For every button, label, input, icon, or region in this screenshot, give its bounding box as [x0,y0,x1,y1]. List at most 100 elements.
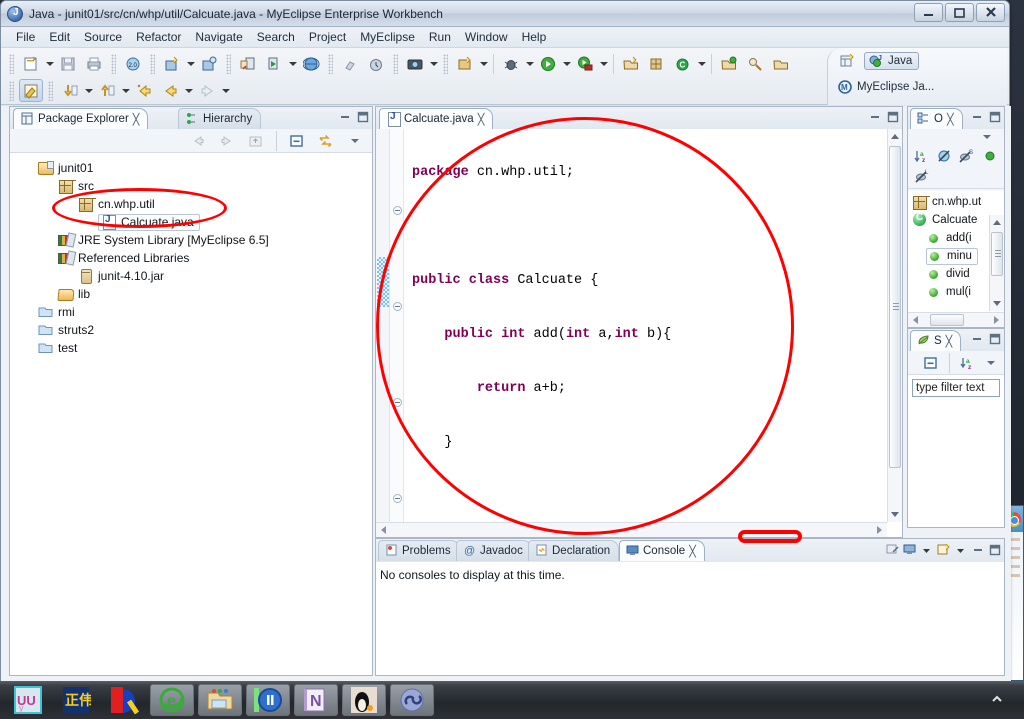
new-deployment-icon[interactable] [160,52,184,75]
maximize-view-icon[interactable] [988,543,1001,556]
toolbar-grip[interactable] [226,53,231,74]
view-menu-icon[interactable] [343,129,367,152]
menu-refactor[interactable]: Refactor [129,28,188,46]
scroll-left-icon[interactable] [908,313,923,327]
menu-search[interactable]: Search [250,28,302,46]
tree-item-calcuate-java[interactable]: Calcuate.java [10,213,372,231]
server-config-icon[interactable] [236,52,260,75]
editor-vertical-scrollbar[interactable] [887,129,902,522]
package-explorer-dropdown-icon[interactable] [478,52,489,75]
new-package-icon[interactable] [645,52,669,75]
tree-item-src[interactable]: src [10,177,372,195]
scroll-right-icon[interactable] [872,523,887,537]
fold-marker[interactable] [393,206,402,215]
menu-navigate[interactable]: Navigate [188,28,249,46]
tab-outline[interactable]: O ╳ [910,108,963,129]
previous-annotation-icon[interactable] [95,79,119,102]
collapse-all-icon[interactable] [285,129,309,152]
forward-icon[interactable] [215,129,239,152]
debug-dropdown-icon[interactable] [524,52,535,75]
toolbar-grip[interactable] [48,80,53,101]
globe-icon[interactable] [299,52,323,75]
run-server-dropdown-icon[interactable] [287,52,298,75]
clear-console-icon[interactable] [886,543,899,556]
close-button[interactable] [976,3,1005,22]
forward-dropdown-icon[interactable] [220,79,231,102]
tab-package-explorer[interactable]: Package Explorer ╳ [13,108,149,129]
previous-annotation-dropdown-icon[interactable] [120,79,131,102]
tab-calcuate-java[interactable]: Calcuate.java ╳ [379,108,494,129]
hide-local-types-icon[interactable]: L [913,167,932,186]
print-icon[interactable] [82,52,106,75]
scroll-up-icon[interactable] [888,129,902,144]
maximize-view-icon[interactable] [886,110,899,123]
taskbar-item-penguin[interactable] [342,684,386,716]
hide-fields-icon[interactable] [936,147,955,166]
last-edit-location-icon[interactable] [132,79,156,102]
run-dropdown-icon[interactable] [561,52,572,75]
console-content[interactable]: No consoles to display at this time. [376,562,1004,675]
tab-javadoc[interactable]: @ Javadoc [456,540,532,561]
minimize-view-icon[interactable] [971,543,984,556]
close-icon[interactable]: ╳ [478,113,485,126]
taskbar-item-internet-explorer[interactable]: e [150,684,194,716]
link-with-editor-icon[interactable] [314,129,338,152]
scroll-down-icon[interactable] [990,296,1004,311]
taskbar-item-loop-app[interactable] [390,684,434,716]
next-annotation-icon[interactable] [58,79,82,102]
vertical-scroll-thumb[interactable] [991,232,1003,276]
next-annotation-dropdown-icon[interactable] [83,79,94,102]
save-icon[interactable] [56,52,80,75]
scroll-up-icon[interactable] [990,215,1004,230]
show-hidden-icons-arrow[interactable] [990,692,1004,709]
tab-snippets[interactable]: S ╳ [910,330,962,351]
tab-declaration[interactable]: Declaration [528,540,620,561]
open-type-icon[interactable] [717,52,741,75]
new-wizard-dropdown-icon[interactable] [44,52,55,75]
editor-annotation-ruler[interactable] [376,129,390,537]
editor-folding-ruler[interactable] [390,129,404,537]
web-browser-icon[interactable]: 2.0 [121,52,145,75]
close-icon[interactable]: ╳ [689,545,696,558]
forward-icon[interactable] [195,79,219,102]
editor-toggle-icon[interactable] [19,79,43,102]
tree-item-junit01[interactable]: junit01 [10,159,372,177]
taskbar-item-chinese-app[interactable]: UU y [6,684,50,716]
run-external-icon[interactable] [573,52,597,75]
perspective-myeclipse[interactable]: M MyEclipse Ja... [834,79,940,95]
horizontal-scroll-thumb[interactable] [930,314,964,326]
run-icon[interactable] [536,52,560,75]
toolbar-grip[interactable] [111,53,116,74]
scroll-right-icon[interactable] [989,313,1004,327]
minimize-view-icon[interactable] [868,110,881,123]
sort-icon[interactable]: az [913,147,932,166]
taskbar-item-zhengwei-app[interactable]: 正伟 [54,684,98,716]
code-editor[interactable]: package cn.whp.util; public class Calcua… [376,129,902,537]
minimize-view-icon[interactable] [970,110,983,123]
tree-item-jre-system-library[interactable]: JRE System Library [MyEclipse 6.5] [10,231,372,249]
outline-vertical-scrollbar[interactable] [989,215,1004,311]
tab-console[interactable]: Console ╳ [619,540,705,561]
menu-source[interactable]: Source [77,28,129,46]
close-icon[interactable]: ╳ [946,335,953,348]
taskbar-item-lq-app[interactable] [102,684,146,716]
menu-run[interactable]: Run [422,28,458,46]
run-external-dropdown-icon[interactable] [598,52,609,75]
close-icon[interactable]: ╳ [133,113,140,126]
toolbar-grip[interactable] [393,53,398,74]
close-icon[interactable]: ╳ [947,113,954,126]
open-perspective-icon[interactable] [835,50,859,73]
taskbar-item-media-player[interactable] [246,684,290,716]
new-java-project-icon[interactable] [619,52,643,75]
display-selected-console-icon[interactable] [903,543,916,556]
taskbar-item-onenote[interactable]: N [294,684,338,716]
outline-item-package[interactable]: cn.whp.ut [908,193,1004,211]
perspective-java[interactable]: J Java [864,52,920,70]
debug-icon[interactable] [499,52,523,75]
minimize-button[interactable] [914,3,943,22]
run-server-icon[interactable] [262,52,286,75]
tree-item-junit-jar[interactable]: junit-4.10.jar [10,267,372,285]
tab-hierarchy[interactable]: Hierarchy [178,108,262,129]
package-explorer-tree-container[interactable]: junit01 src cn.whp.util J Calcuate.java … [10,153,372,675]
filter-input[interactable]: type filter text [912,379,1000,397]
